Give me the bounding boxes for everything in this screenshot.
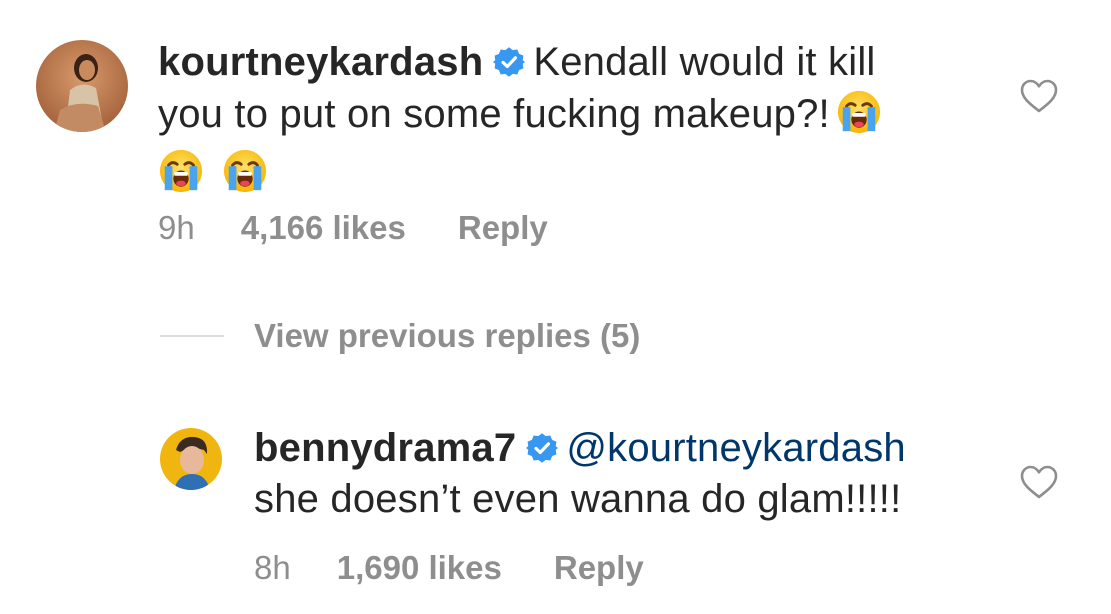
emoji-line: [158, 148, 978, 205]
heart-icon[interactable]: [1019, 78, 1059, 119]
timestamp: 8h: [254, 549, 291, 586]
timestamp: 9h: [158, 209, 195, 246]
profile-photo-kourtneykardash: [36, 40, 128, 132]
loudly-crying-face-icon: [836, 89, 882, 146]
heart-icon[interactable]: [1019, 464, 1059, 505]
comment-text-line2: you to put on some fucking makeup?!: [158, 92, 830, 136]
comment-body: kourtneykardash Kendall would it kill you…: [158, 38, 978, 205]
divider-line: [160, 335, 224, 337]
comment-text-line1: Kendall would it kill: [533, 40, 876, 84]
verified-badge-icon: [526, 427, 558, 475]
view-previous-replies-button[interactable]: View previous replies (5): [160, 314, 640, 358]
comment-meta: 8h 1,690 likes Reply: [254, 548, 644, 588]
likes-count-link[interactable]: 4,166 likes: [241, 209, 406, 246]
reply-button[interactable]: Reply: [554, 549, 644, 586]
mention-link[interactable]: @kourtneykardash: [566, 426, 906, 470]
comment-meta: 9h 4,166 likes Reply: [158, 208, 548, 248]
avatar[interactable]: [160, 428, 222, 490]
comment-text-line2: she doesn’t even wanna do glam!!!!!: [254, 477, 902, 521]
likes-count-link[interactable]: 1,690 likes: [337, 549, 502, 586]
loudly-crying-face-icon: [158, 148, 204, 205]
view-previous-replies-label: View previous replies (5): [254, 317, 641, 354]
comment-body: bennydrama7 @kourtneykardash she doesn’t …: [254, 424, 994, 523]
loudly-crying-face-icon: [222, 148, 268, 205]
verified-badge-icon: [493, 41, 525, 89]
username-link[interactable]: kourtneykardash: [158, 40, 483, 84]
avatar[interactable]: [36, 40, 128, 132]
reply-button[interactable]: Reply: [458, 209, 548, 246]
profile-photo-bennydrama7: [160, 428, 222, 490]
username-link[interactable]: bennydrama7: [254, 426, 516, 470]
